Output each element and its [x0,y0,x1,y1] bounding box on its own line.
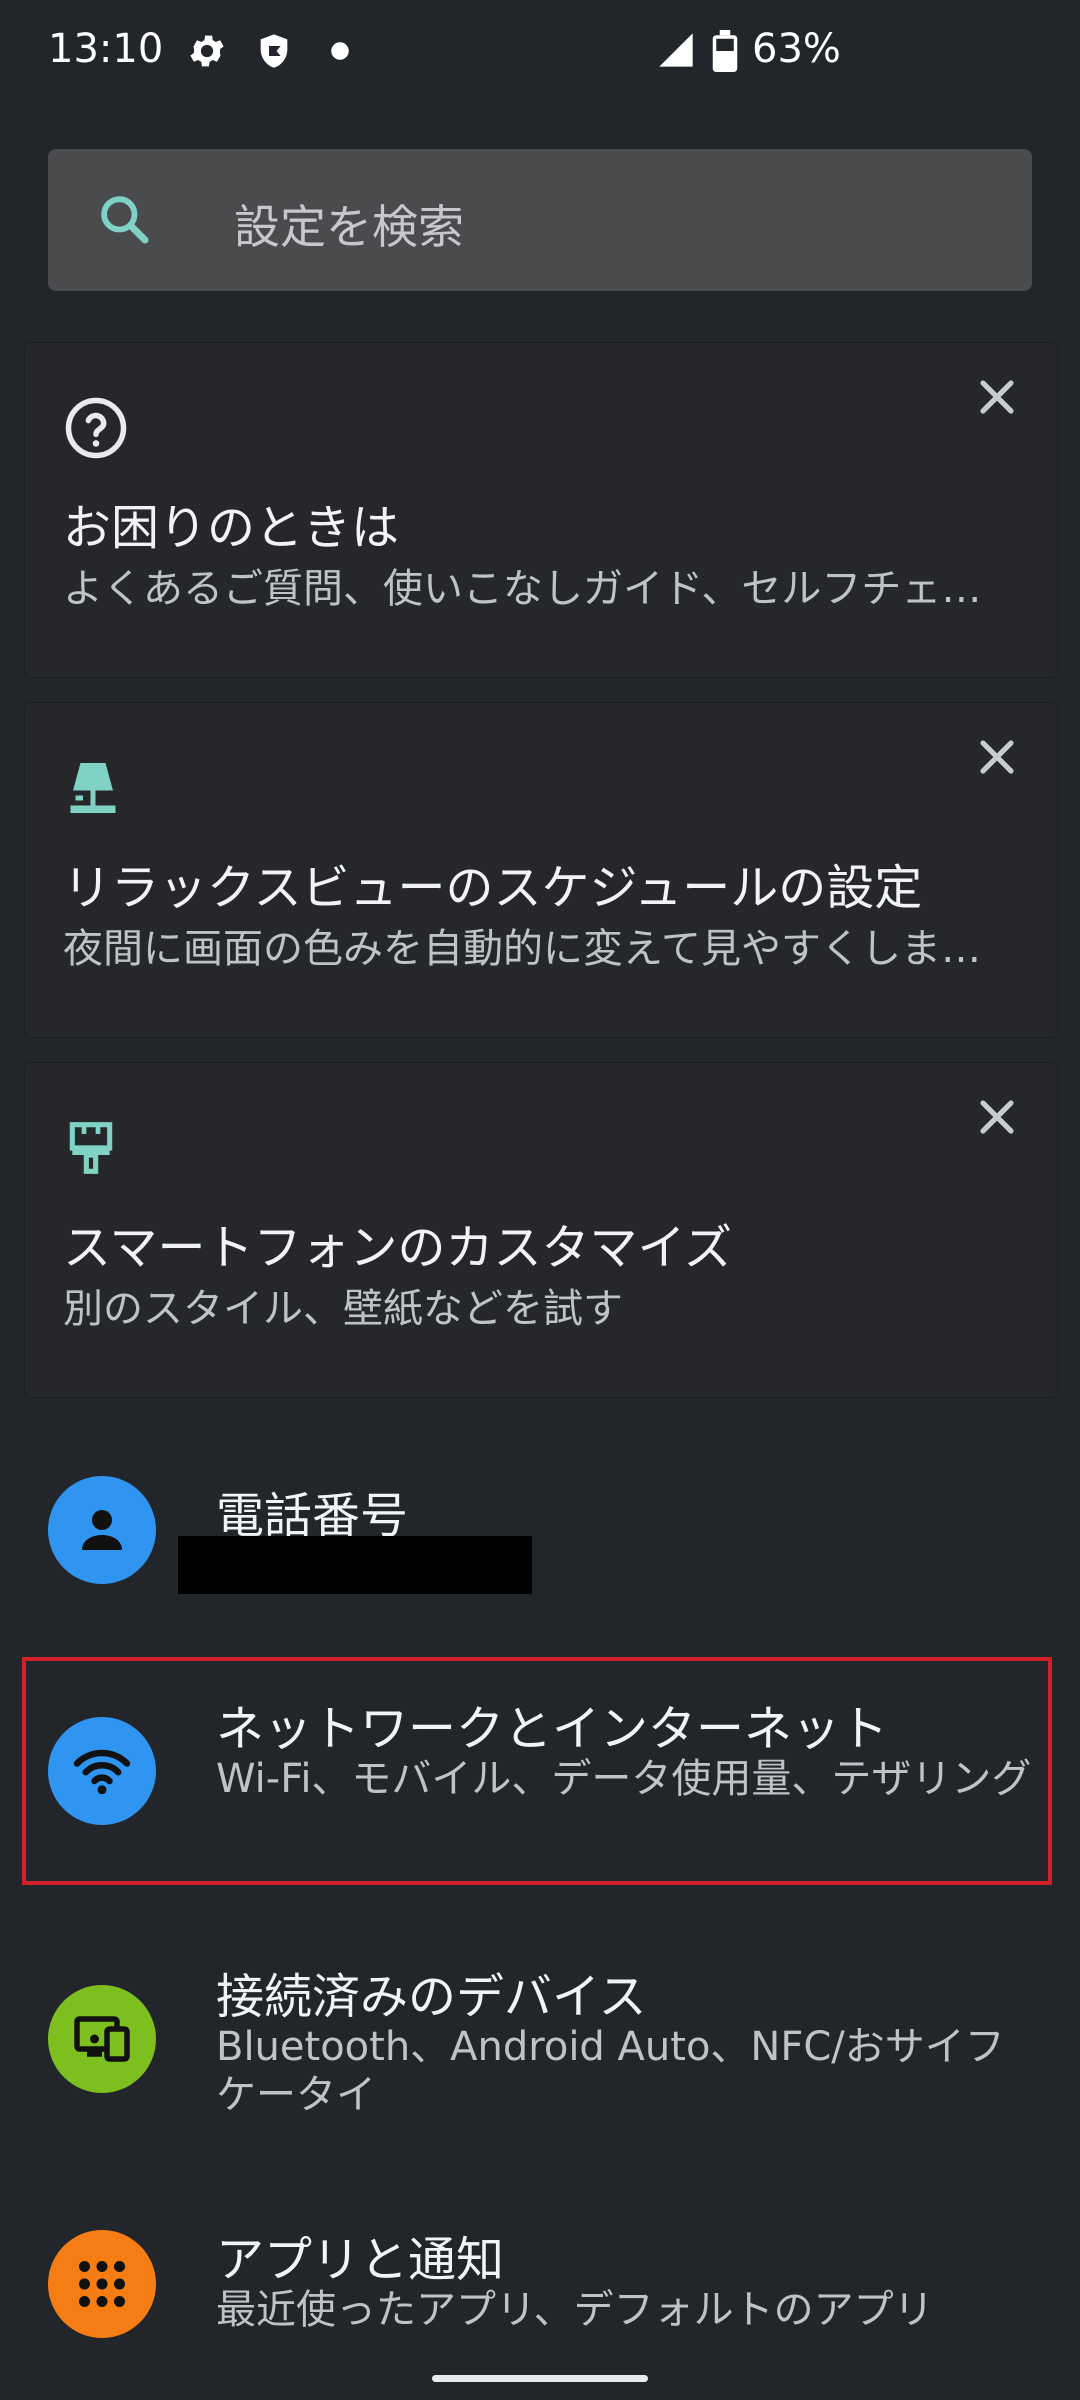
battery-icon [712,30,738,72]
search-bar[interactable]: 設定を検索 [48,149,1032,291]
suggestion-card-help[interactable]: お困りのときは よくあるご質問、使いこなしガイド、セルフチェ… [24,342,1058,678]
suggestion-card-customize[interactable]: スマートフォンのカスタマイズ 別のスタイル、壁紙などを試す [24,1062,1058,1398]
status-time: 13:10 [48,26,164,72]
settings-item-connected-devices[interactable]: 接続済みのデバイス Bluetooth、Android Auto、NFC/おサイ… [0,1925,1080,2145]
shield-icon [260,34,288,68]
search-icon [101,196,149,244]
settings-item-title: 接続済みのデバイス [216,1969,647,2025]
settings-item-subtitle: 最近使ったアプリ、デフォルトのアプリ [216,2287,934,2333]
gesture-nav-handle[interactable] [432,2375,648,2382]
card-subtitle: 夜間に画面の色みを自動的に変えて見やすくしま… [63,926,981,972]
search-placeholder: 設定を検索 [234,200,464,254]
settings-item-title: アプリと通知 [216,2232,505,2288]
redacted-phone-number [178,1536,532,1594]
person-icon [82,1510,122,1550]
phone-number-icon-bg [48,1476,156,1584]
close-icon[interactable] [969,1089,1025,1145]
status-bar: 13:10 63% [0,0,1080,104]
signal-icon [659,33,693,67]
close-icon[interactable] [969,729,1025,785]
dot-icon [331,42,349,60]
settings-item-phone-number[interactable]: 電話番号 [0,1440,1080,1620]
lamp-icon [70,763,116,813]
card-title: お困りのときは [63,500,400,556]
battery-percent: 63% [752,26,841,72]
apps-icon [79,2261,125,2307]
highlight-box [22,1657,1052,1885]
apps-icon-bg [48,2230,156,2338]
settings-item-apps-notifications[interactable]: アプリと通知 最近使ったアプリ、デフォルトのアプリ [0,2190,1080,2370]
settings-item-subtitle: Bluetooth、Android Auto、NFC/おサイフケータイ [216,2024,1005,2118]
devices-icon [74,2016,130,2062]
close-icon[interactable] [969,369,1025,425]
card-subtitle: 別のスタイル、壁紙などを試す [63,1286,623,1332]
card-title: スマートフォンのカスタマイズ [63,1220,733,1276]
help-circle-icon [65,397,127,459]
card-subtitle: よくあるご質問、使いこなしガイド、セルフチェ… [63,566,982,612]
card-title: リラックスビューのスケジュールの設定 [63,860,923,916]
brush-icon [69,1122,113,1174]
devices-icon-bg [48,1985,156,2093]
gear-icon [190,35,224,67]
suggestion-card-relax-view[interactable]: リラックスビューのスケジュールの設定 夜間に画面の色みを自動的に変えて見やすくし… [24,702,1058,1038]
